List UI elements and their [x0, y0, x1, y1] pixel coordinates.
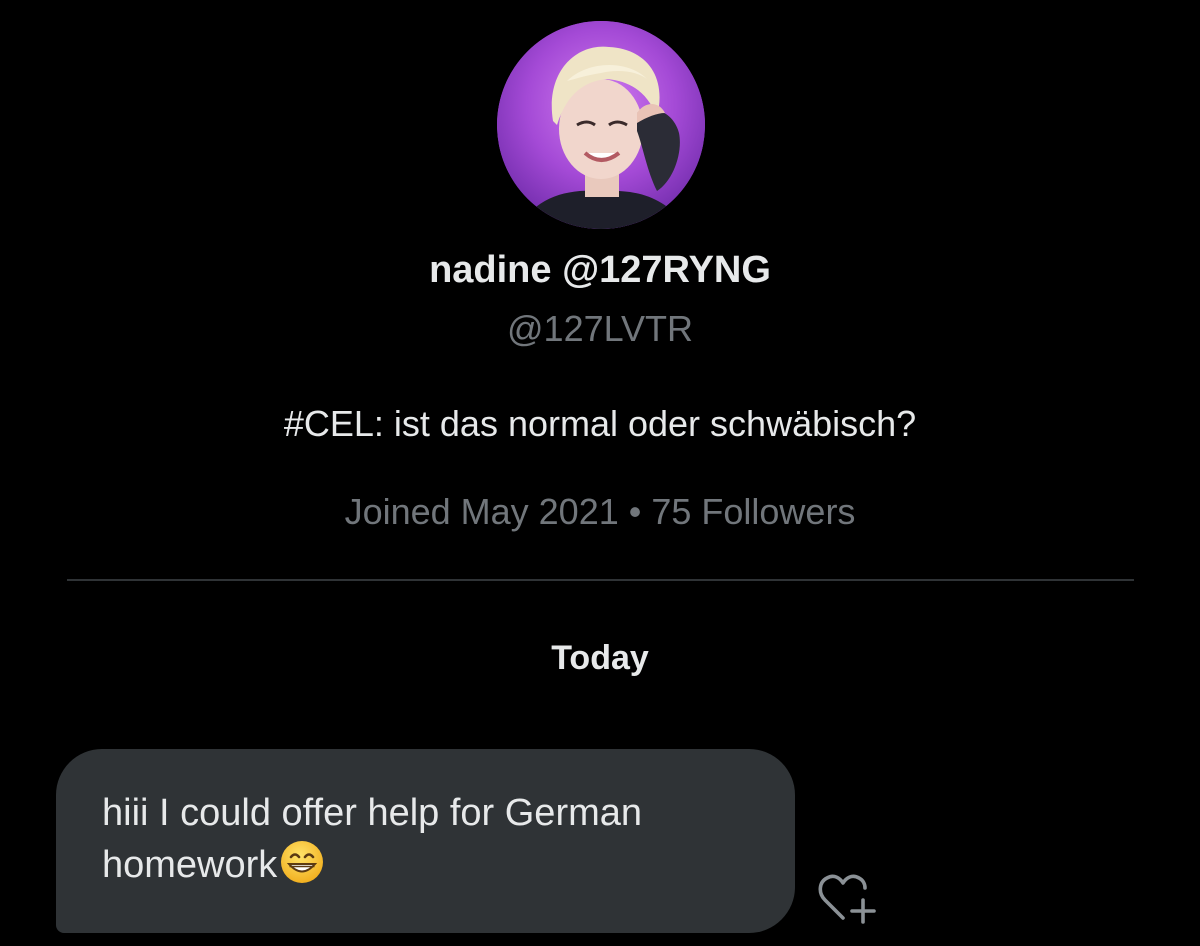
profile-handle: @127LVTR	[507, 308, 693, 349]
profile-bio: #CEL: ist das normal oder schwäbisch?	[283, 403, 917, 444]
divider	[67, 579, 1134, 581]
heart-plus-icon[interactable]	[817, 872, 879, 926]
profile-avatar[interactable]	[497, 21, 705, 229]
display-name: nadine @127RYNG	[429, 249, 771, 291]
grinning-face-emoji-icon	[279, 839, 325, 885]
profile-meta: Joined May 2021 • 75 Followers	[344, 491, 856, 532]
avatar-photo	[497, 21, 705, 229]
conversation-date-label: Today	[551, 639, 649, 677]
message-text: hiii I could offer help for German homew…	[102, 792, 643, 886]
message-bubble[interactable]: hiii I could offer help for German homew…	[56, 749, 795, 933]
